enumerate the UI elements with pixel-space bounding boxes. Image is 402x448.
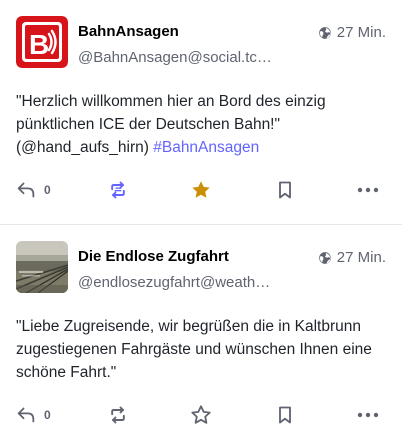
post-meta[interactable]: 27 Min. xyxy=(318,241,386,266)
status-post[interactable]: Die Endlose Zugfahrt @endlosezugfahrt@we… xyxy=(0,225,402,448)
reply-count: 0 xyxy=(44,408,51,422)
globe-icon xyxy=(318,26,331,39)
bookmark-button[interactable] xyxy=(269,399,301,431)
account-names[interactable]: Die Endlose Zugfahrt @endlosezugfahrt@we… xyxy=(78,241,318,294)
post-header: Die Endlose Zugfahrt @endlosezugfahrt@we… xyxy=(16,241,386,295)
post-text: "Liebe Zugreisende, wir begrüßen die in … xyxy=(16,318,372,381)
post-time: 27 Min. xyxy=(336,249,386,266)
post-actions: 0 xyxy=(16,174,384,206)
more-icon xyxy=(357,187,379,193)
post-content: "Herzlich willkommen hier an Bord des ei… xyxy=(16,90,386,159)
star-outline-icon xyxy=(191,405,211,424)
reply-button[interactable]: 0 xyxy=(16,174,51,206)
bookmark-button[interactable] xyxy=(269,174,301,206)
boost-icon xyxy=(111,181,125,199)
bookmark-icon xyxy=(278,181,291,199)
reply-button[interactable]: 0 xyxy=(16,399,51,431)
account-names[interactable]: BahnAnsagen @BahnAnsagen@social.tc… xyxy=(78,16,318,69)
avatar[interactable]: B xyxy=(16,16,68,68)
favourite-button[interactable] xyxy=(185,399,217,431)
display-name: BahnAnsagen xyxy=(78,23,179,40)
hashtag-link[interactable]: #BahnAnsagen xyxy=(153,139,259,156)
post-header: B BahnAnsagen @BahnAnsagen@social.tc… 27… xyxy=(16,16,386,70)
account-handle: @endlosezugfahrt@weath… xyxy=(78,274,271,291)
bahn-ansagen-logo-icon: B xyxy=(16,16,68,68)
favourite-button[interactable] xyxy=(185,174,217,206)
post-actions: 0 xyxy=(16,399,384,431)
post-meta[interactable]: 27 Min. xyxy=(318,16,386,41)
more-icon xyxy=(357,412,379,418)
svg-text:B: B xyxy=(29,29,49,60)
reply-count: 0 xyxy=(44,183,51,197)
star-filled-icon xyxy=(192,181,211,198)
reply-icon xyxy=(17,407,35,423)
account-handle: @BahnAnsagen@social.tc… xyxy=(78,49,272,66)
status-post[interactable]: B BahnAnsagen @BahnAnsagen@social.tc… 27… xyxy=(0,0,402,225)
avatar[interactable] xyxy=(16,241,68,293)
more-button[interactable] xyxy=(352,174,384,206)
reply-icon xyxy=(17,182,35,198)
boost-button[interactable] xyxy=(102,174,134,206)
more-button[interactable] xyxy=(352,399,384,431)
post-time: 27 Min. xyxy=(336,24,386,41)
boost-button[interactable] xyxy=(102,399,134,431)
boost-icon xyxy=(111,406,125,424)
railway-tracks-photo-icon xyxy=(16,241,68,293)
post-content: "Liebe Zugreisende, wir begrüßen die in … xyxy=(16,315,386,384)
globe-icon xyxy=(318,251,331,264)
timeline-feed: B BahnAnsagen @BahnAnsagen@social.tc… 27… xyxy=(0,0,402,448)
display-name: Die Endlose Zugfahrt xyxy=(78,248,229,265)
bookmark-icon xyxy=(278,406,291,424)
